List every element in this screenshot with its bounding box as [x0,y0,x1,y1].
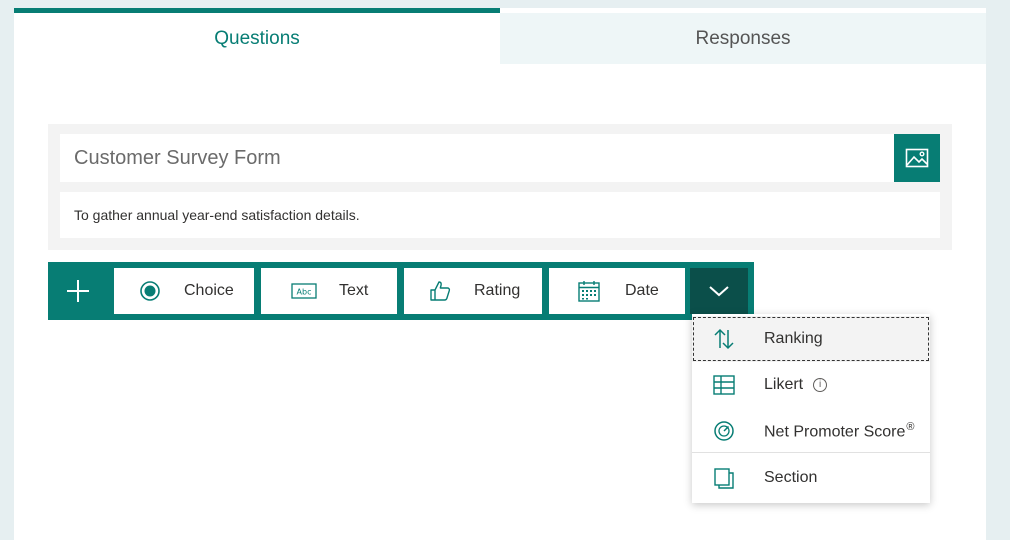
calendar-icon [578,281,600,302]
choice-label: Choice [184,282,234,299]
insert-image-button[interactable] [894,134,940,182]
section-icon [714,468,734,489]
form-title-field[interactable]: Customer Survey Form [60,134,894,182]
form-header: Customer Survey Form To gather annual ye… [48,124,952,250]
nps-label-wrap: Net Promoter Score® [764,421,915,441]
more-question-types-menu: Ranking Likert i Net Promoter Score® Sect… [692,314,930,503]
form-title: Customer Survey Form [74,146,281,169]
radio-icon [140,281,160,301]
menu-item-section[interactable]: Section [692,455,930,501]
tab-responses[interactable]: Responses [500,13,986,64]
text-button[interactable]: Abc Text [261,268,397,314]
section-label: Section [764,469,818,486]
registered-mark: ® [906,420,915,433]
thumbs-up-icon [430,281,451,301]
more-question-types-button[interactable] [690,268,748,314]
tab-questions[interactable]: Questions [14,8,500,64]
form-description: To gather annual year-end satisfaction d… [74,207,360,223]
likert-label-wrap: Likert i [764,376,828,394]
menu-item-likert[interactable]: Likert i [692,362,930,408]
choice-button[interactable]: Choice [114,268,254,314]
svg-text:Abc: Abc [297,288,312,297]
text-abc-icon: Abc [291,283,317,299]
menu-item-net-promoter-score[interactable]: Net Promoter Score® [692,408,930,454]
grid-icon [713,375,735,395]
form-description-field[interactable]: To gather annual year-end satisfaction d… [60,192,940,238]
menu-item-ranking[interactable]: Ranking [692,316,930,362]
info-icon[interactable]: i [813,377,828,392]
tab-responses-label: Responses [695,27,791,49]
image-icon [905,148,929,168]
question-type-toolbar: Choice Abc Text Rating Date [48,262,754,320]
menu-divider [692,452,930,453]
tab-questions-label: Questions [214,27,300,49]
ranking-label: Ranking [764,330,823,347]
rating-button[interactable]: Rating [404,268,542,314]
rating-label: Rating [474,282,521,299]
date-button[interactable]: Date [549,268,685,314]
gauge-icon [714,421,734,441]
add-question-button[interactable] [48,262,108,320]
likert-label: Likert [764,376,804,393]
text-label: Text [339,282,369,299]
date-label: Date [625,282,659,299]
chevron-down-icon [709,286,729,297]
plus-icon [67,280,89,302]
nps-label: Net Promoter Score [764,423,906,441]
up-down-arrows-icon [714,328,734,350]
